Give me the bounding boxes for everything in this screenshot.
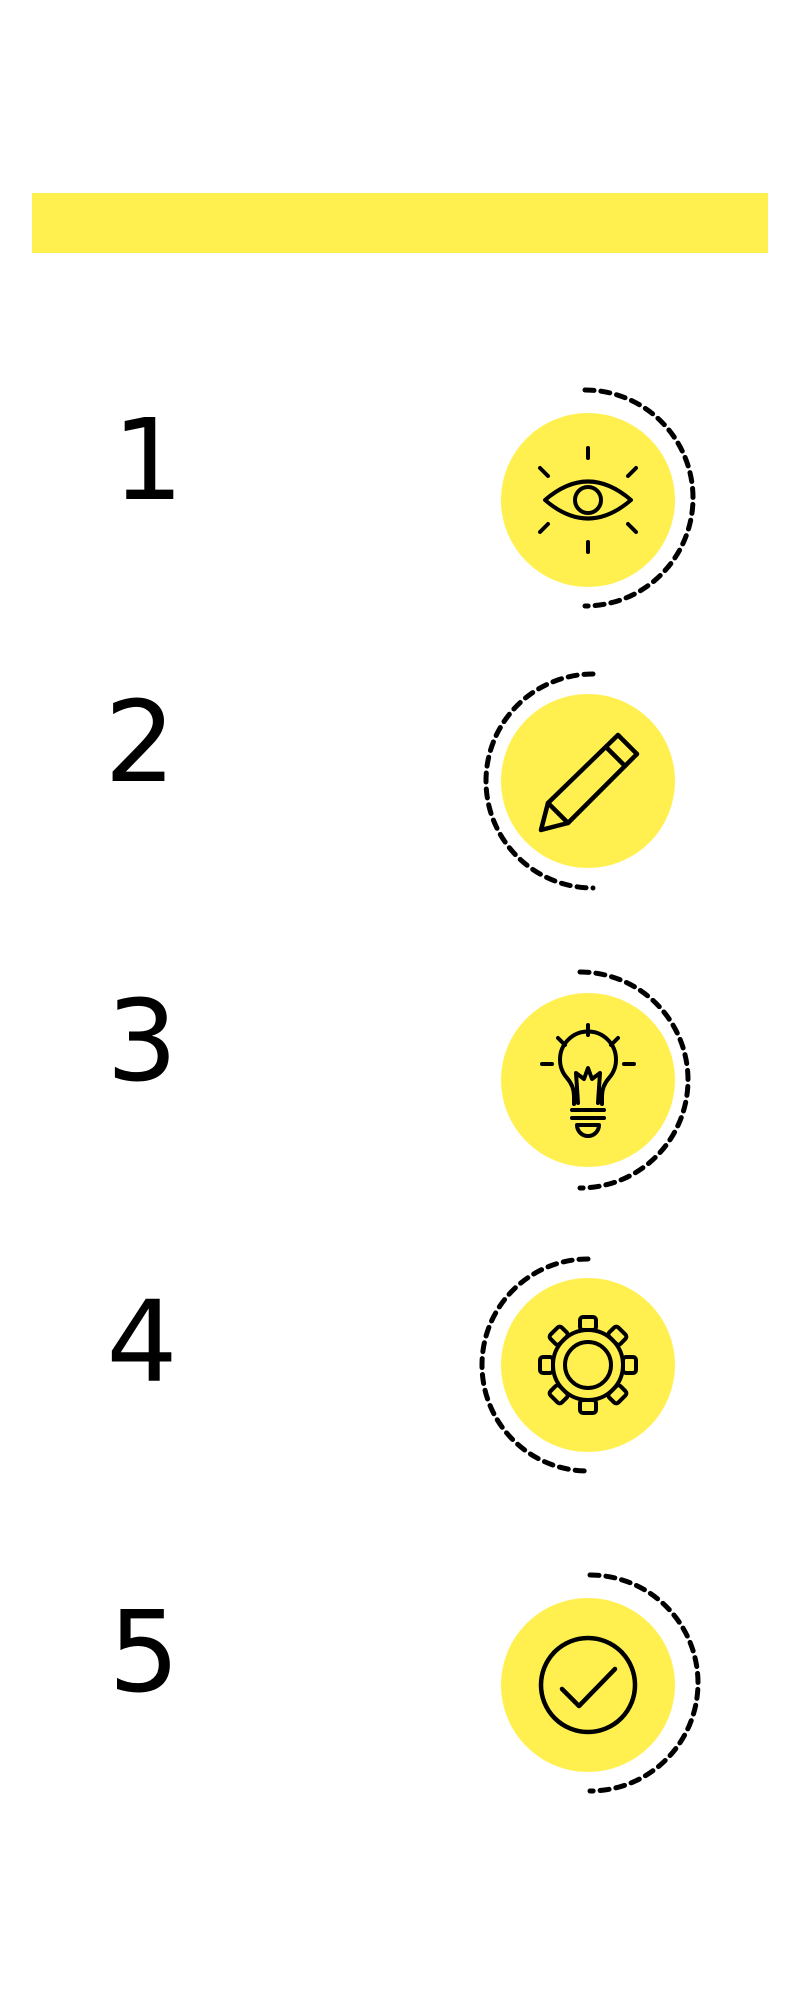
step-1-badge xyxy=(501,387,696,609)
step-icons xyxy=(479,387,701,1794)
step-2-badge xyxy=(483,671,675,891)
badge-circle xyxy=(501,993,675,1167)
infographic-page: 1 2 3 4 5 xyxy=(0,0,800,2000)
badge-circle xyxy=(501,1278,675,1452)
badge-circle xyxy=(501,413,675,587)
badge-circle xyxy=(501,694,675,868)
step-4-badge xyxy=(479,1256,675,1474)
step-3-badge xyxy=(501,969,691,1191)
badge-circle xyxy=(501,1598,675,1772)
step-5-badge xyxy=(501,1572,701,1794)
